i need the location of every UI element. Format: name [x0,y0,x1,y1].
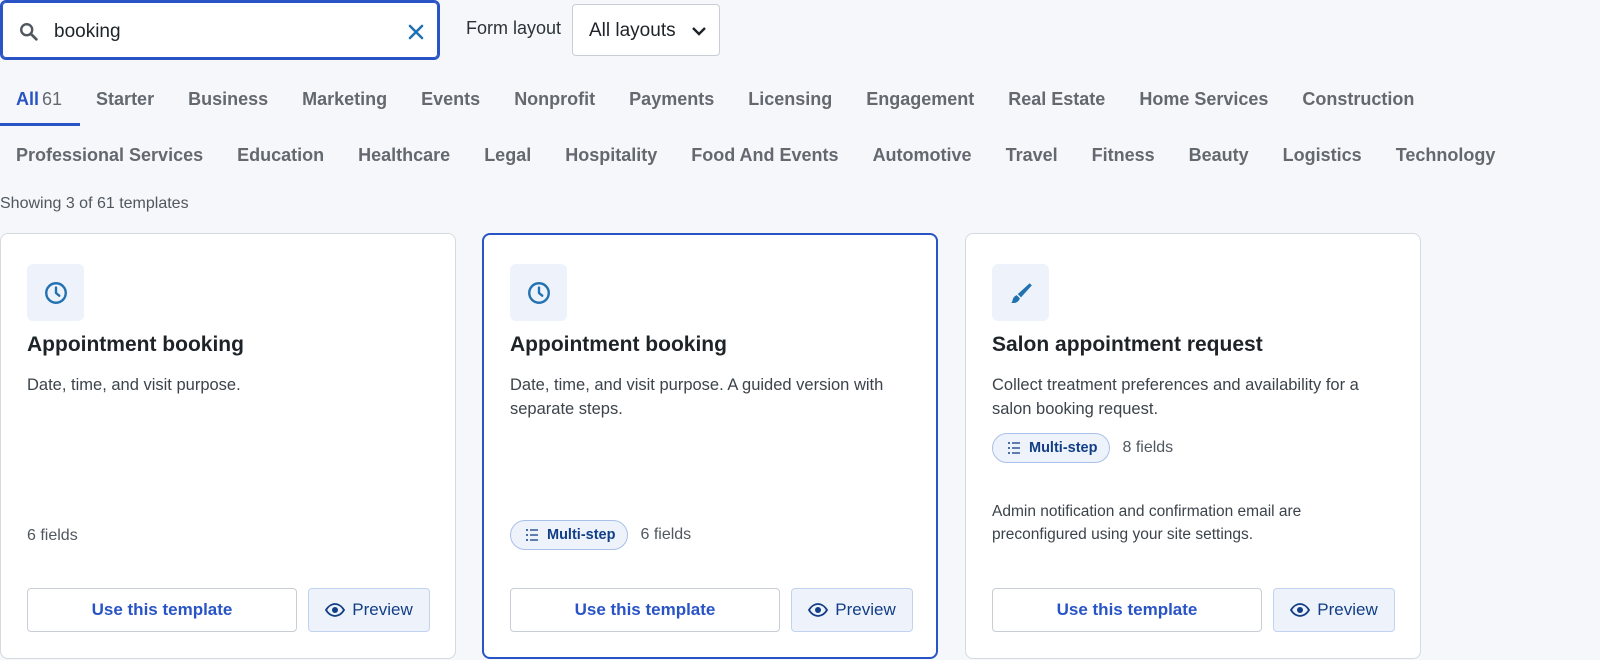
chevron-down-icon [692,27,706,36]
template-description: Date, time, and visit purpose. A guided … [510,376,884,418]
tab-home-services[interactable]: Home Services [1123,74,1286,124]
template-icon-box [510,264,567,321]
tab-education[interactable]: Education [221,130,342,180]
tab-nonprofit[interactable]: Nonprofit [498,74,613,124]
form-layout-select[interactable]: All layouts [572,4,720,56]
template-meta: 6 fields [27,527,78,545]
form-layout-label: Form layout [466,18,562,38]
tab-engagement[interactable]: Engagement [850,74,992,124]
results-count: Showing 3 of 61 templates [0,195,189,212]
preview-button[interactable]: Preview [791,588,913,632]
eye-icon [325,603,346,617]
template-title: Appointment booking [510,333,727,356]
tab-beauty[interactable]: Beauty [1173,130,1267,180]
tab-licensing[interactable]: Licensing [732,74,850,124]
search-input[interactable] [52,14,386,50]
list-icon [1008,442,1020,454]
tab-real-estate[interactable]: Real Estate [992,74,1123,124]
multi-step-badge: Multi-step [510,520,629,550]
field-count: 8 fields [1122,439,1174,456]
category-tabs-row-1: All 61 Starter Business Marketing Events … [0,74,1432,126]
template-card[interactable]: Appointment booking Date, time, and visi… [0,233,456,659]
tab-business[interactable]: Business [172,74,286,124]
eye-icon [1290,603,1311,617]
template-meta: Multi-step 8 fields [992,433,1173,463]
clock-icon [44,281,67,304]
template-title: Appointment booking [27,333,244,356]
template-title: Salon appointment request [992,333,1263,356]
template-card-selected[interactable]: Appointment booking Date, time, and visi… [482,233,938,659]
tab-professional-services[interactable]: Professional Services [0,130,221,180]
tab-count: 61 [42,89,63,109]
template-note: Admin notification and confirmation emai… [992,503,1302,543]
template-card[interactable]: Salon appointment request Collect treatm… [965,233,1421,659]
tab-payments[interactable]: Payments [613,74,732,124]
multi-step-badge: Multi-step [992,433,1111,463]
template-icon-box [27,264,84,321]
form-layout-value: All layouts [589,20,676,41]
tab-travel[interactable]: Travel [990,130,1076,180]
field-count: 6 fields [27,527,78,544]
clear-search-icon[interactable] [406,22,426,42]
use-template-button[interactable]: Use this template [992,588,1262,632]
brush-icon [1010,282,1032,303]
use-template-button[interactable]: Use this template [27,588,297,632]
field-count: 6 fields [640,526,692,543]
tab-logistics[interactable]: Logistics [1267,130,1380,180]
tab-events[interactable]: Events [405,74,498,124]
tab-food-and-events[interactable]: Food And Events [675,130,856,180]
preview-label: Preview [352,600,413,619]
search-box[interactable] [0,0,440,60]
preview-button[interactable]: Preview [308,588,430,632]
template-icon-box [992,264,1049,321]
template-description: Collect treatment preferences and availa… [992,376,1359,418]
tab-legal[interactable]: Legal [468,130,549,180]
tab-fitness[interactable]: Fitness [1076,130,1173,180]
tab-construction[interactable]: Construction [1286,74,1432,124]
eye-icon [808,603,829,617]
use-template-button[interactable]: Use this template [510,588,780,632]
template-meta: Multi-step 6 fields [510,520,691,550]
list-icon [526,529,538,541]
clock-icon [527,281,550,304]
tab-all[interactable]: All 61 [0,74,81,126]
tab-healthcare[interactable]: Healthcare [342,130,468,180]
preview-label: Preview [1317,600,1378,619]
tab-automotive[interactable]: Automotive [857,130,990,180]
tab-hospitality[interactable]: Hospitality [549,130,675,180]
search-icon [20,23,38,41]
tab-starter[interactable]: Starter [80,74,172,124]
template-description: Date, time, and visit purpose. [27,376,241,394]
category-tabs-row-2: Professional Services Education Healthca… [0,130,1513,180]
tab-marketing[interactable]: Marketing [286,74,405,124]
preview-label: Preview [835,600,896,619]
tab-technology[interactable]: Technology [1380,130,1514,180]
preview-button[interactable]: Preview [1273,588,1395,632]
